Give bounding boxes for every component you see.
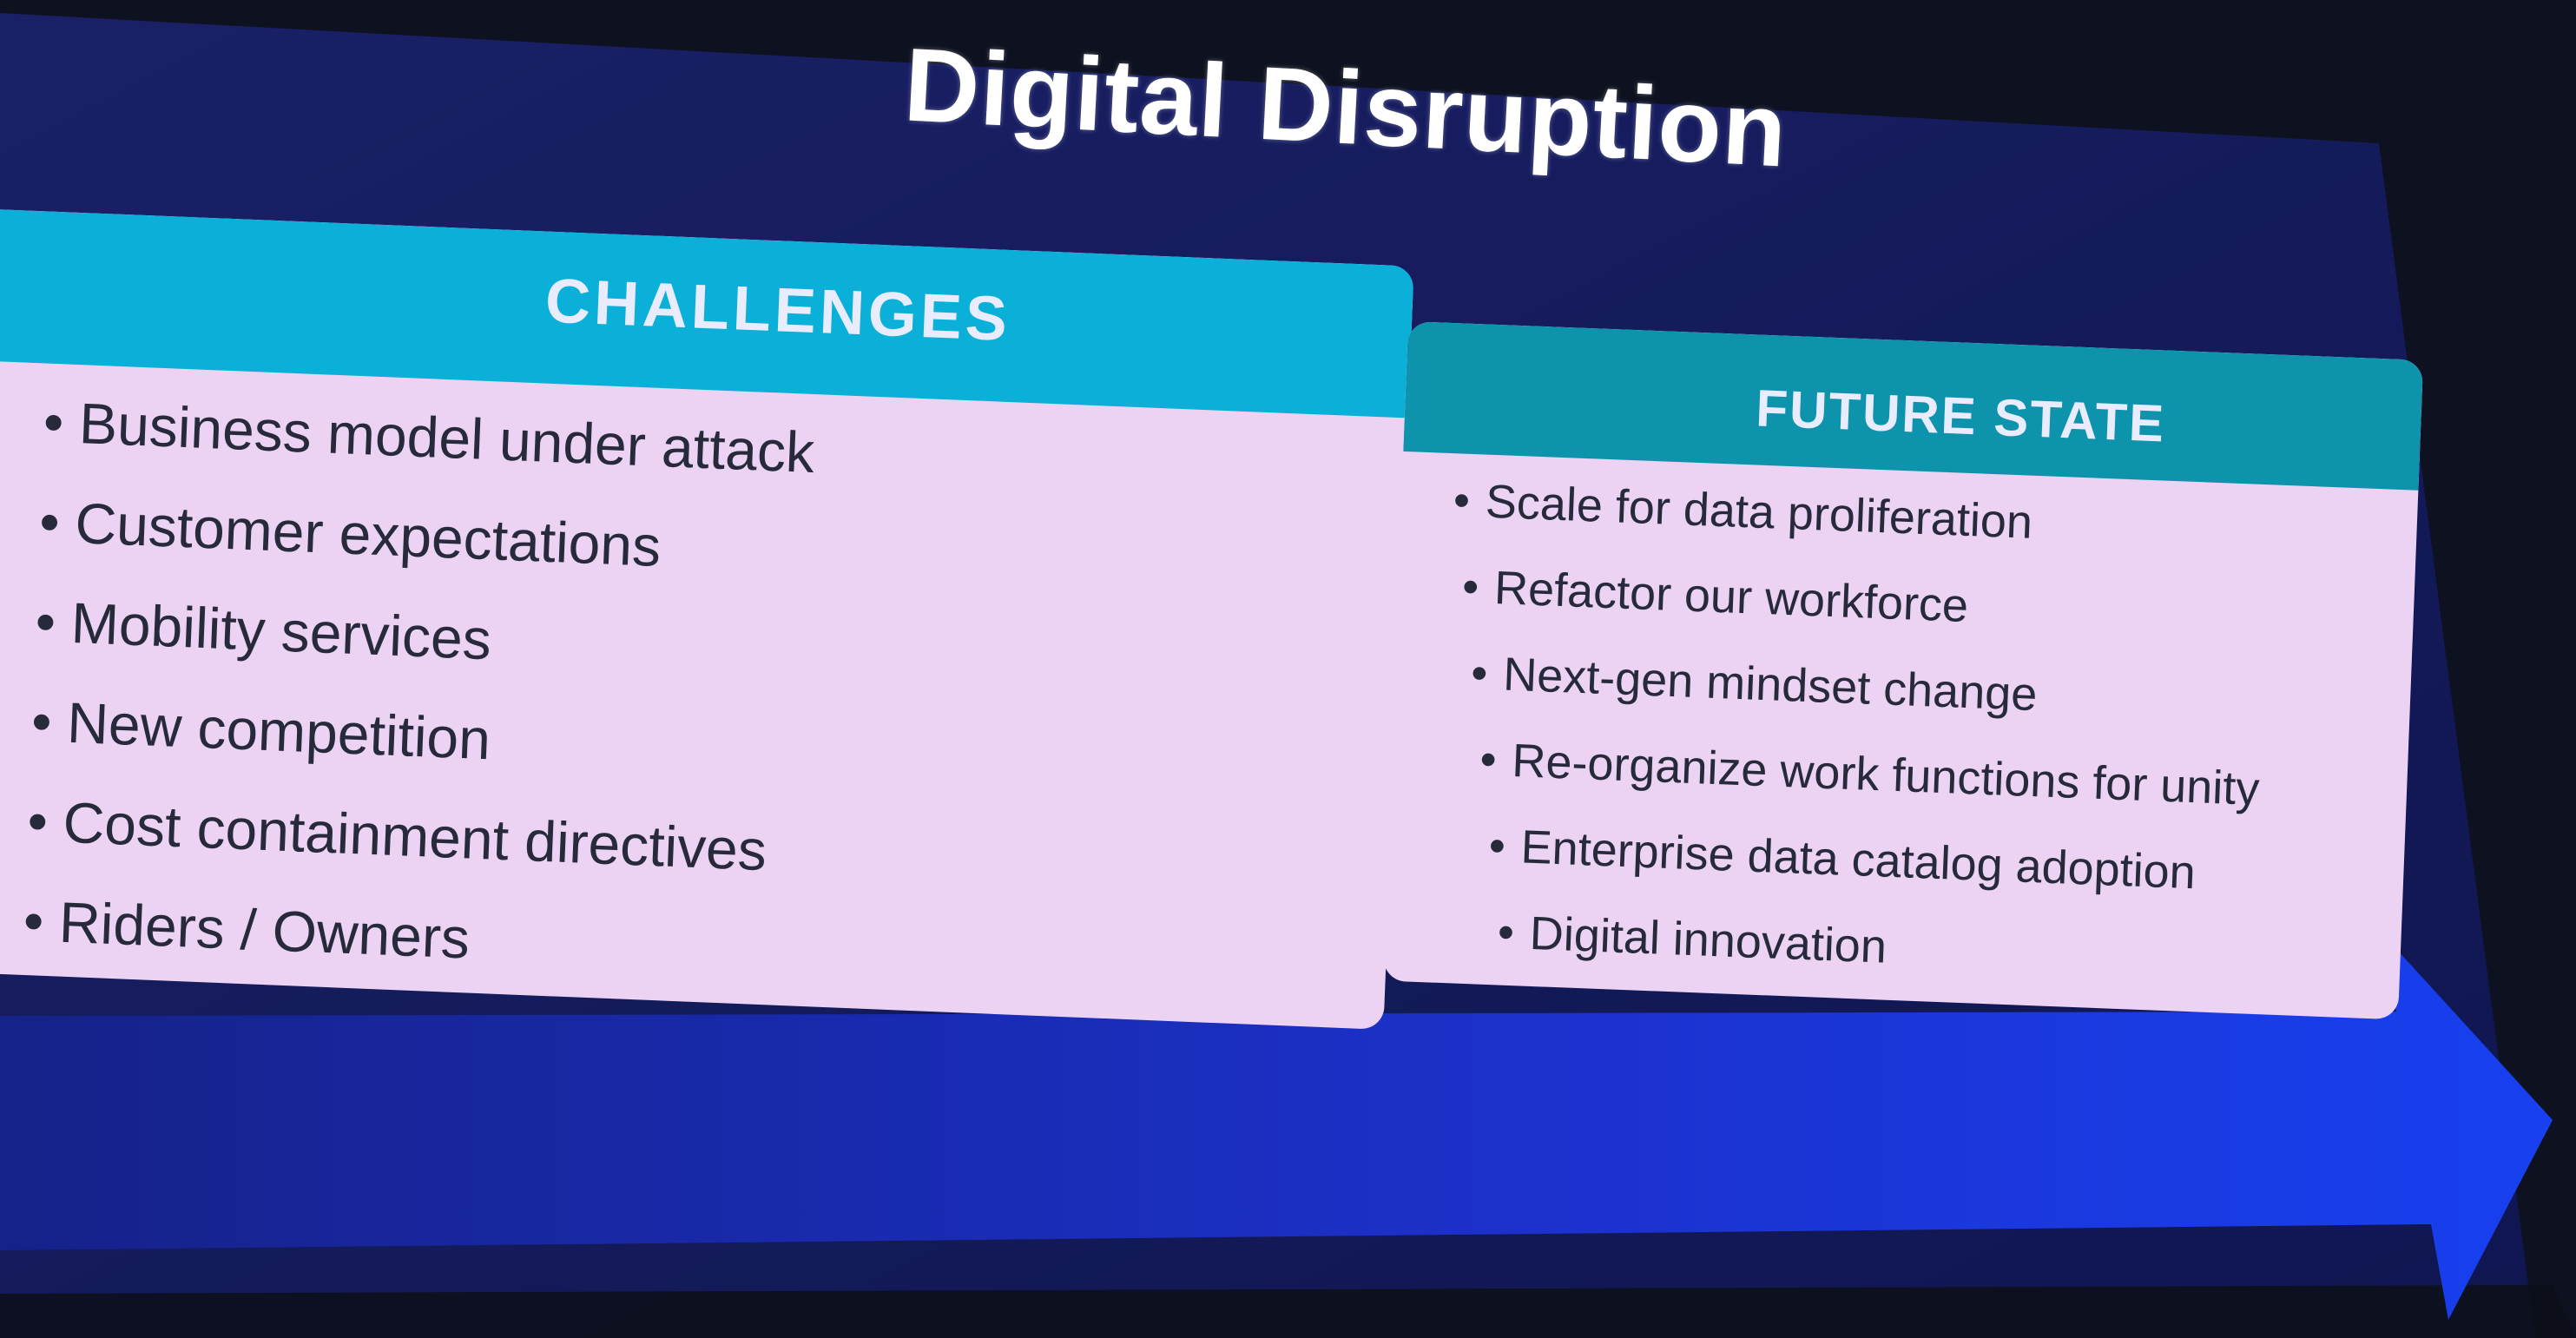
list-item-label: Refactor our workforce bbox=[1493, 562, 1970, 632]
bullet-icon: • bbox=[26, 788, 49, 854]
list-item-label: New competition bbox=[65, 689, 492, 772]
bullet-icon: • bbox=[42, 389, 65, 455]
future-state-panel: FUTURE STATE • Scale for data proliferati… bbox=[1382, 321, 2424, 1020]
bullet-icon: • bbox=[1452, 474, 1472, 527]
list-item-label: Business model under attack bbox=[77, 391, 816, 485]
list-item-label: Customer expectations bbox=[74, 491, 662, 579]
list-item-label: Scale for data proliferation bbox=[1484, 475, 2034, 549]
challenges-panel: CHALLENGES • Business model under attack … bbox=[0, 208, 1414, 1030]
bullet-icon: • bbox=[22, 887, 45, 953]
bullet-icon: • bbox=[34, 589, 57, 655]
list-item-label: Re-organize work functions for unity bbox=[1511, 734, 2261, 816]
challenges-list: • Business model under attack • Customer e… bbox=[0, 369, 1407, 1025]
bullet-icon: • bbox=[1496, 906, 1516, 959]
list-item-label: Riders / Owners bbox=[57, 889, 471, 971]
bullet-icon: • bbox=[1461, 560, 1480, 614]
list-item-label: Enterprise data catalog adoption bbox=[1519, 821, 2197, 900]
bullet-icon: • bbox=[1487, 820, 1506, 873]
bullet-icon: • bbox=[1470, 647, 1489, 700]
list-item-label: Mobility services bbox=[69, 590, 493, 672]
presentation-slide: Digital Disruption CHALLENGES • Business … bbox=[0, 0, 2576, 1338]
list-item-label: Cost containment directives bbox=[62, 789, 768, 883]
bullet-icon: • bbox=[1479, 733, 1498, 787]
list-item-label: Next-gen mindset change bbox=[1502, 648, 2039, 722]
bullet-icon: • bbox=[30, 689, 53, 755]
bullet-icon: • bbox=[38, 489, 62, 555]
list-item-label: Digital innovation bbox=[1528, 906, 1888, 973]
future-state-list: • Scale for data proliferation • Refactor … bbox=[1383, 456, 2418, 1010]
